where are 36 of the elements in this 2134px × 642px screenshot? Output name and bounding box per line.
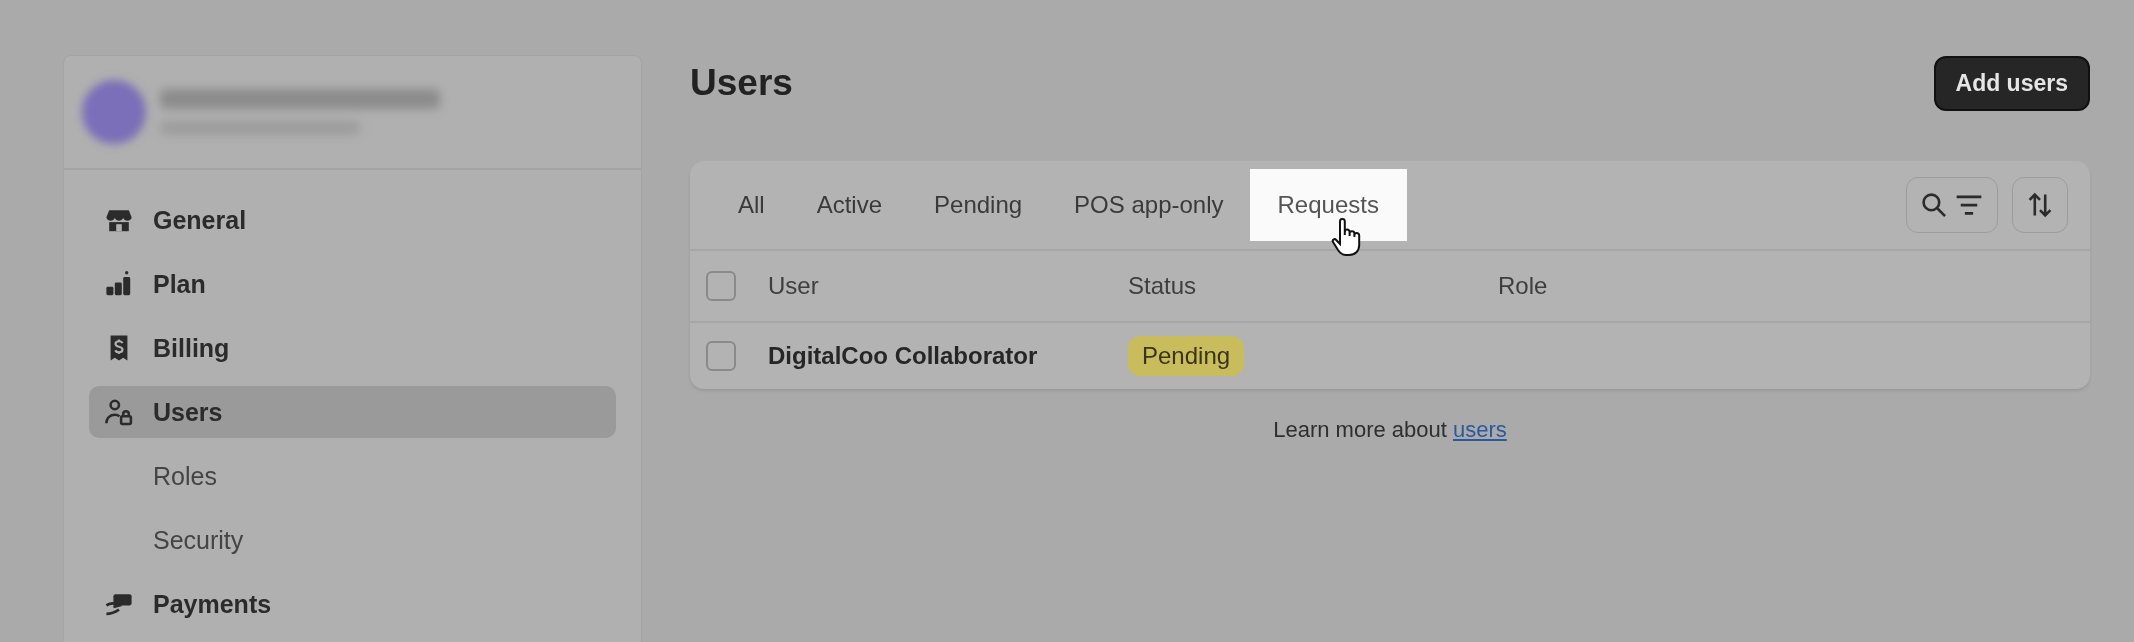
help-text: Learn more about users	[1272, 417, 1508, 443]
sidebar-item[interactable]: General	[89, 194, 616, 246]
sort-icon	[2027, 192, 2053, 218]
checkbox[interactable]	[706, 341, 736, 371]
plan-icon	[105, 270, 133, 298]
sidebar-item[interactable]: Billing	[89, 322, 616, 374]
column-header: Status	[1128, 272, 1198, 300]
sidebar-subitem[interactable]: Roles	[89, 450, 616, 502]
add-users-button[interactable]: Add users	[1933, 55, 2090, 111]
sidebar-label: Plan	[153, 269, 206, 299]
column-header: Role	[1498, 272, 1549, 300]
sidebar-item[interactable]: Payments	[89, 578, 616, 630]
tab[interactable]: All	[712, 173, 791, 237]
avatar	[82, 80, 146, 144]
sidebar-item[interactable]: Users	[89, 386, 616, 438]
sidebar-item[interactable]: Plan	[89, 258, 616, 310]
sort-button[interactable]	[2012, 177, 2068, 233]
search-icon	[1921, 192, 1947, 218]
sidebar-label: Users	[153, 397, 223, 427]
users-icon	[105, 398, 133, 426]
tab[interactable]: Pending	[908, 173, 1049, 237]
users-link[interactable]: users	[1453, 417, 1507, 442]
sidebar-label: General	[153, 205, 247, 235]
filter-icon	[1955, 194, 1983, 216]
status-badge: Pending	[1128, 336, 1245, 376]
page-title: Users	[690, 62, 793, 104]
column-header: User	[768, 272, 820, 300]
user-name: DigitalCoo Collaborator	[768, 342, 1039, 370]
sidebar-label: Payments	[153, 589, 272, 619]
tab[interactable]: Requests	[1249, 169, 1407, 241]
checkbox[interactable]	[706, 271, 736, 301]
sidebar-subitem[interactable]: Security	[89, 514, 616, 566]
search-filter-button[interactable]	[1906, 177, 1998, 233]
tab[interactable]: POS app-only	[1048, 173, 1250, 237]
sidebar-label: Billing	[153, 333, 230, 363]
tab[interactable]: Active	[790, 173, 909, 237]
